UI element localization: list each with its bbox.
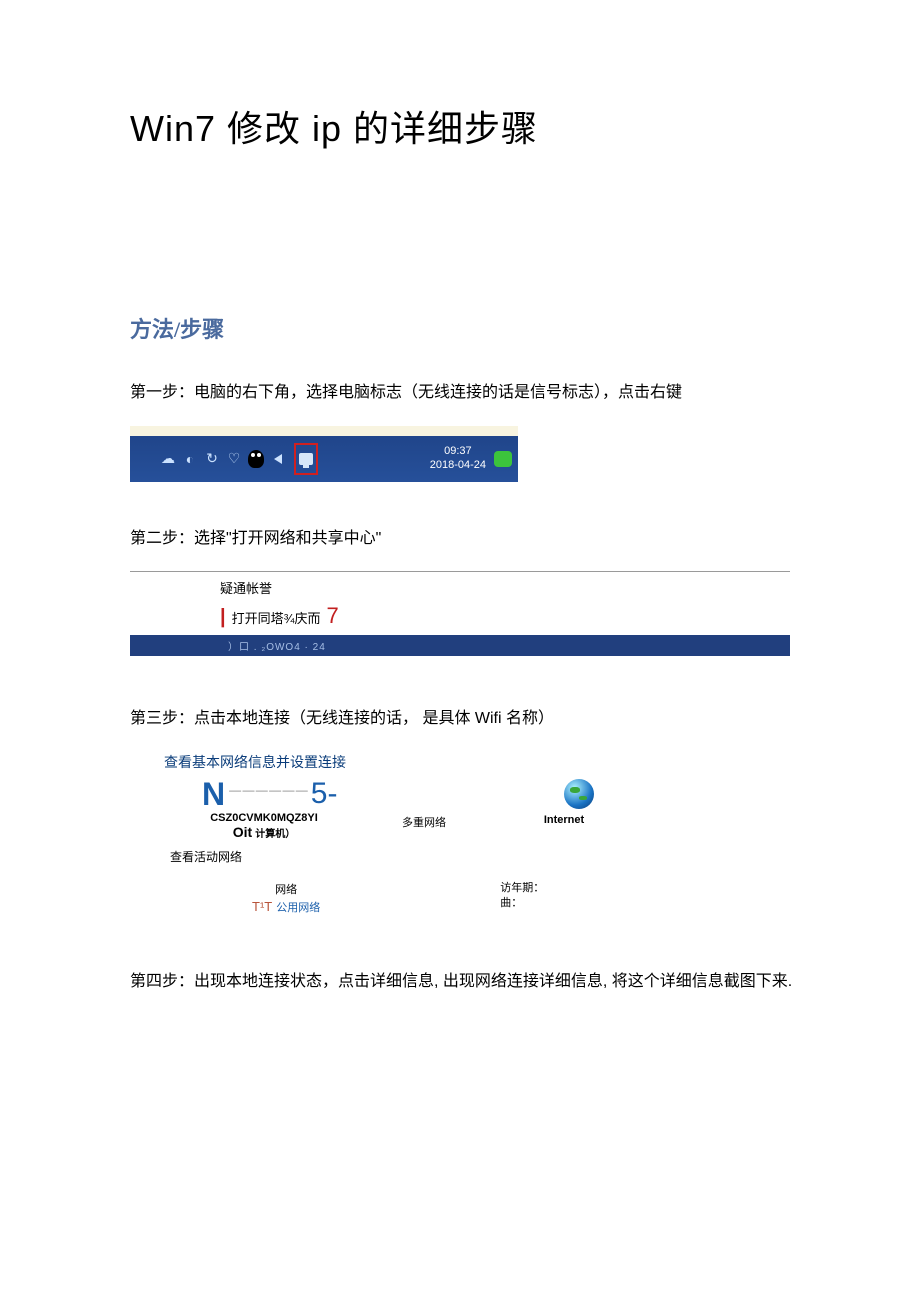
screenshot-context-menu: 疑通帐誉 | 打开同塔¾庆而 7 ）口 . ₂OWO4 · 24: [130, 571, 790, 656]
oit-sub: 计算机）: [255, 829, 295, 840]
network-details: 访年期： 曲：: [500, 881, 544, 915]
red-marker-end: 7: [326, 603, 338, 629]
network-entry[interactable]: 网络 T¹T 公用网络: [252, 881, 320, 915]
visit-period-label: 访年期：: [500, 881, 544, 896]
diagram-labels: CSZ0CVMK0MQZ8YI Oit 计算机） 多重网络 Internet: [142, 812, 690, 840]
wechat-icon: [494, 451, 512, 467]
internet-label: Internet: [494, 812, 634, 840]
screenshot-network-center: 查看基本网络信息并设置连接 N — — — — — — 5- CSZ0CVMK0…: [130, 752, 690, 915]
qq-icon: [248, 450, 264, 468]
active-networks-title: 查看活动网络: [142, 848, 690, 865]
clock-date: 2018-04-24: [430, 459, 486, 472]
connection-line-1: — — — — — —: [225, 783, 311, 797]
screenshot-taskbar: ☁ ◐ ↻ ♡ 09:37 2018-04-24: [130, 426, 518, 482]
refresh-icon: ↻: [204, 451, 220, 467]
page-title: Win7 修改 ip 的详细步骤: [130, 100, 800, 152]
tray-icons: ☁ ◐ ↻ ♡: [160, 443, 318, 475]
shield-icon: ♡: [226, 451, 242, 467]
qu-label: 曲：: [500, 896, 544, 911]
menu-item-troubleshoot[interactable]: 疑通帐誉: [130, 572, 790, 601]
network-diagram: N — — — — — — 5-: [142, 778, 690, 810]
step-2-text: 第二步：选择"打开网络和共享中心": [130, 526, 800, 552]
computer-label: CSZ0CVMK0MQZ8YI Oit 计算机）: [174, 812, 354, 840]
network-center-title: 查看基本网络信息并设置连接: [142, 752, 690, 772]
menu-bluebar: ）口 . ₂OWO4 · 24: [130, 635, 790, 656]
public-network-label: 公用网络: [276, 902, 320, 914]
step-4-text: 第四步：出现本地连接状态，点击详细信息, 出现网络连接详细信息, 将这个详细信息…: [130, 969, 800, 995]
active-network-row: 网络 T¹T 公用网络 访年期： 曲：: [142, 881, 690, 915]
menu-item-open-network-center[interactable]: | 打开同塔¾庆而 7: [130, 601, 790, 635]
network-icon-highlight[interactable]: [294, 443, 318, 475]
cloud-icon: ☁: [160, 451, 176, 467]
sync-icon: ◐: [182, 451, 198, 467]
t1t-label: T¹T: [252, 899, 272, 914]
oit-label: Oit: [233, 824, 252, 840]
clock-time: 09:37: [430, 445, 486, 458]
network-name: 网络: [252, 881, 320, 897]
step-1-text: 第一步：电脑的右下角，选择电脑标志（无线连接的话是信号标志），点击右键: [130, 380, 800, 406]
menu-item-label: 打开同塔¾庆而: [232, 608, 321, 627]
globe-icon: [564, 779, 594, 809]
router-icon: 5-: [311, 779, 338, 809]
computer-icon: N: [202, 778, 225, 810]
multinet-label: 多重网络: [354, 812, 494, 840]
computer-id: CSZ0CVMK0MQZ8YI: [174, 812, 354, 824]
section-heading: 方法/步骤: [130, 312, 800, 344]
system-clock: 09:37 2018-04-24: [430, 445, 494, 471]
taskbar: ☁ ◐ ↻ ♡ 09:37 2018-04-24: [130, 436, 518, 482]
red-marker-icon: |: [220, 607, 226, 627]
step-3-text: 第三步：点击本地连接（无线连接的话， 是具体 Wifi 名称）: [130, 706, 800, 732]
network-icon: [299, 453, 313, 465]
speaker-icon: [270, 451, 286, 467]
